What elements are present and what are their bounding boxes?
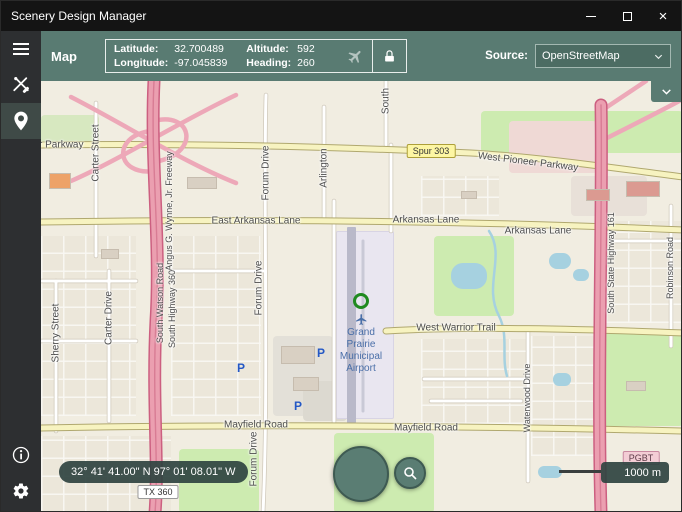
building	[626, 181, 660, 197]
chevron-down-icon	[661, 89, 671, 95]
sidebar-menu-button[interactable]	[1, 31, 41, 67]
title-bar: Scenery Design Manager ×	[1, 1, 681, 31]
heading-value: 260	[297, 57, 315, 69]
scenery-marker[interactable]	[353, 293, 369, 309]
follow-aircraft-button[interactable]	[339, 40, 372, 72]
close-icon: ×	[658, 7, 668, 25]
scale-bar	[559, 470, 601, 473]
sidebar	[1, 31, 41, 511]
building	[101, 249, 119, 259]
building	[281, 346, 315, 364]
building	[187, 177, 217, 189]
sidebar-item-map[interactable]	[1, 103, 41, 139]
primary-action-button[interactable]	[333, 446, 389, 502]
search-button[interactable]	[394, 457, 426, 489]
chevron-down-icon	[654, 54, 663, 59]
minimize-icon	[586, 15, 596, 17]
info-icon	[12, 446, 30, 464]
gear-icon	[13, 483, 29, 499]
lock-icon	[385, 49, 395, 61]
map-toolbar: Map Latitude: 32.700489 Altitude: 592 Lo…	[41, 31, 681, 81]
building	[626, 381, 646, 391]
cursor-coordinates-readout: 32° 41' 41.00" N 97° 01' 08.01" W	[59, 461, 248, 483]
scale-label: 1000 m	[601, 462, 669, 483]
building	[461, 191, 477, 199]
longitude-value: -97.045839	[174, 57, 228, 69]
search-icon	[404, 467, 417, 480]
collapse-panel-button[interactable]	[651, 81, 681, 102]
heading-label: Heading:	[246, 57, 292, 69]
latitude-value: 32.700489	[174, 43, 224, 55]
app-window: Scenery Design Manager × Map Latitude: 3…	[0, 0, 682, 512]
sidebar-item-info[interactable]	[1, 437, 41, 473]
source-select[interactable]: OpenStreetMap	[535, 44, 671, 68]
lock-view-button[interactable]	[372, 40, 406, 72]
latitude-label: Latitude:	[114, 43, 159, 55]
source-selected-value: OpenStreetMap	[542, 50, 620, 62]
building	[293, 377, 319, 391]
altitude-label: Altitude:	[246, 43, 289, 55]
maximize-icon	[622, 11, 632, 21]
sidebar-item-settings[interactable]	[1, 473, 41, 509]
map-canvas[interactable]: West Pioneer Parkway Spur 303 West Pione…	[41, 81, 681, 511]
minimize-button[interactable]	[573, 1, 609, 31]
telemetry-box: Latitude: 32.700489 Altitude: 592 Longit…	[105, 39, 408, 73]
tools-icon	[13, 77, 29, 93]
hamburger-icon	[13, 40, 29, 58]
longitude-label: Longitude:	[114, 57, 169, 69]
altitude-value: 592	[297, 43, 315, 55]
airplane-icon	[348, 50, 361, 63]
window-title: Scenery Design Manager	[11, 9, 147, 23]
building	[49, 173, 71, 189]
source-label: Source:	[485, 50, 528, 62]
sidebar-item-tools[interactable]	[1, 67, 41, 103]
map-pin-icon	[14, 111, 28, 131]
close-button[interactable]: ×	[645, 1, 681, 31]
building	[586, 189, 610, 201]
maximize-button[interactable]	[609, 1, 645, 31]
page-title: Map	[51, 48, 77, 64]
